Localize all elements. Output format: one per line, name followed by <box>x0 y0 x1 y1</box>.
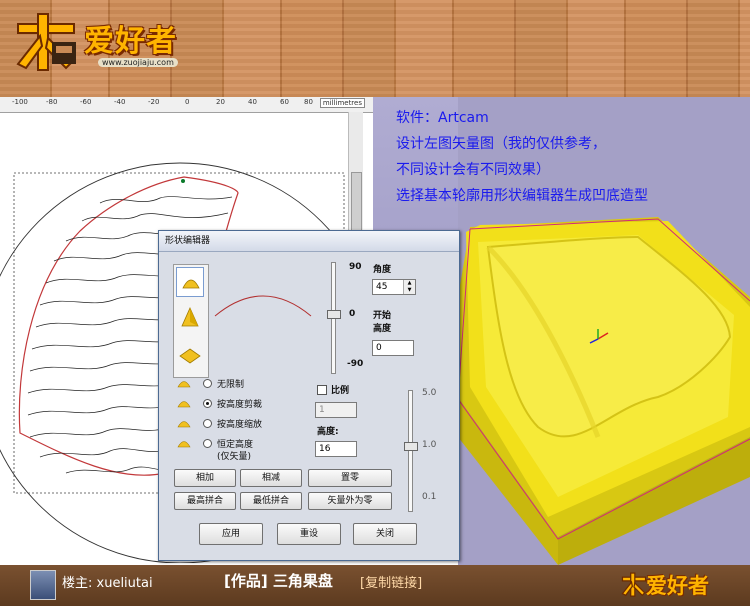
merge-lowest-button[interactable]: 最低拼合 <box>240 492 302 510</box>
shape-type-panel <box>173 264 209 378</box>
close-button[interactable]: 关闭 <box>353 523 417 545</box>
scale-slider-knob[interactable] <box>404 442 418 451</box>
shape-editor-dialog[interactable]: 形状编辑器 90 0 -90 角度 45 ▲ ▼ 开始 高度 0 无限制 按高度… <box>158 230 460 561</box>
logo-text: 爱好者 <box>84 24 177 59</box>
merge-highest-button[interactable]: 最高拼合 <box>174 492 236 510</box>
scale-input[interactable]: 1 <box>315 402 357 418</box>
round-shape-button[interactable] <box>176 267 204 297</box>
info-line: 选择基本轮廓用形状编辑器生成凹底造型 <box>396 188 648 204</box>
horizontal-ruler: -100 -80 -60 -40 -20 0 20 40 60 80 milli… <box>0 97 373 113</box>
ruler-tick: -20 <box>148 98 160 106</box>
start-height-value: 0 <box>376 343 382 353</box>
dome-icon <box>177 441 191 448</box>
scale-label: 比例 <box>331 386 350 396</box>
dialog-body: 90 0 -90 角度 45 ▲ ▼ 开始 高度 0 无限制 按高度剪裁 按高度… <box>159 252 459 560</box>
scale-value: 1 <box>319 405 325 415</box>
radio-button[interactable] <box>203 379 212 388</box>
angle-input[interactable]: 45 ▲ ▼ <box>372 279 416 295</box>
angle-slider-knob[interactable] <box>327 310 341 319</box>
pyramid-shape-button[interactable] <box>176 304 204 334</box>
scale-checkbox[interactable] <box>317 385 327 395</box>
radio-button[interactable] <box>203 419 212 428</box>
footer-logo-text: 爱好者 <box>646 573 709 598</box>
screenshot-area: -100 -80 -60 -40 -20 0 20 40 60 80 milli… <box>0 97 750 565</box>
radio-button[interactable] <box>203 439 212 448</box>
angle-spinner[interactable]: ▲ ▼ <box>403 280 415 294</box>
start-height-input[interactable]: 0 <box>372 340 414 356</box>
dome-icon <box>177 401 191 408</box>
radio-label: 按高度剪裁 <box>217 400 263 410</box>
info-line: 设计左图矢量图（我的仅供参考， <box>396 136 606 152</box>
flat-shape-button[interactable] <box>176 341 204 371</box>
footer-logo[interactable]: 爱好者 <box>620 568 740 602</box>
scale-slider[interactable] <box>404 390 418 512</box>
post-title: [作品] 三角果盘 <box>224 572 333 590</box>
height-label: 高度: <box>317 427 339 437</box>
plateau-shape-icon <box>179 348 201 364</box>
radio-label: 按高度缩放 <box>217 420 263 430</box>
ruler-tick: 80 <box>304 98 313 106</box>
user-avatar[interactable] <box>30 570 56 600</box>
subtract-button[interactable]: 相减 <box>240 469 302 487</box>
scale-slider-mid: 1.0 <box>422 440 437 450</box>
scale-slider-bottom: 0.1 <box>422 492 437 502</box>
dome-shape-icon <box>182 279 200 289</box>
ruler-tick: 0 <box>185 98 190 106</box>
scale-slider-track <box>408 390 413 512</box>
info-line: 不同设计会有不同效果） <box>396 162 550 178</box>
height-input[interactable]: 16 <box>315 441 357 457</box>
ruler-tick: -60 <box>80 98 92 106</box>
logo-url: www.zuojiaju.com <box>98 58 178 67</box>
add-button[interactable]: 相加 <box>174 469 236 487</box>
slider-min-label: -90 <box>347 359 364 369</box>
dialog-title: 形状编辑器 <box>165 236 211 246</box>
copy-link[interactable]: [复制链接] <box>360 572 422 591</box>
site-logo[interactable]: 爱好者 www.zuojiaju.com <box>12 12 212 77</box>
slider-max-label: 90 <box>349 262 362 272</box>
ruler-tick: 60 <box>280 98 289 106</box>
angle-value: 45 <box>376 282 388 292</box>
ruler-unit[interactable]: millimetres <box>319 98 365 108</box>
dome-icon <box>177 421 191 428</box>
angle-slider[interactable] <box>327 262 341 374</box>
slider-mid-label: 0 <box>349 309 356 319</box>
zero-button[interactable]: 置零 <box>308 469 392 487</box>
ruler-tick: 20 <box>216 98 225 106</box>
radio-button-selected[interactable] <box>203 399 212 408</box>
logo-mark-icon <box>621 572 647 597</box>
radio-sublabel: (仅矢量) <box>217 452 252 462</box>
apply-button[interactable]: 应用 <box>199 523 263 545</box>
profile-preview <box>213 276 313 336</box>
scale-slider-top: 5.0 <box>422 388 437 398</box>
start-height-label-1: 开始 <box>373 311 392 321</box>
header-banner: 爱好者 www.zuojiaju.com <box>0 0 750 97</box>
ruler-tick: -100 <box>12 98 28 106</box>
height-value: 16 <box>319 444 331 454</box>
ruler-tick: 40 <box>248 98 257 106</box>
ruler-tick: -40 <box>114 98 126 106</box>
radio-label: 无限制 <box>217 380 245 390</box>
info-line: 软件：Artcam <box>396 110 489 126</box>
zero-outside-vector-button[interactable]: 矢量外为零 <box>308 492 392 510</box>
reset-button[interactable]: 重设 <box>277 523 341 545</box>
poster-name[interactable]: 楼主: xueliutai <box>62 572 153 591</box>
info-text: 软件：Artcam 设计左图矢量图（我的仅供参考， 不同设计会有不同效果） 选择… <box>396 105 736 209</box>
logo-mark-icon <box>16 13 76 71</box>
ruler-tick: -80 <box>46 98 58 106</box>
post-footer: 楼主: xueliutai [作品] 三角果盘 [复制链接] 爱好者 <box>0 565 750 606</box>
start-height-label-2: 高度 <box>373 324 392 334</box>
angle-label: 角度 <box>373 265 392 275</box>
dome-icon <box>177 381 191 388</box>
pyramid-shape-icon <box>181 307 199 327</box>
dialog-titlebar[interactable]: 形状编辑器 <box>159 231 459 252</box>
